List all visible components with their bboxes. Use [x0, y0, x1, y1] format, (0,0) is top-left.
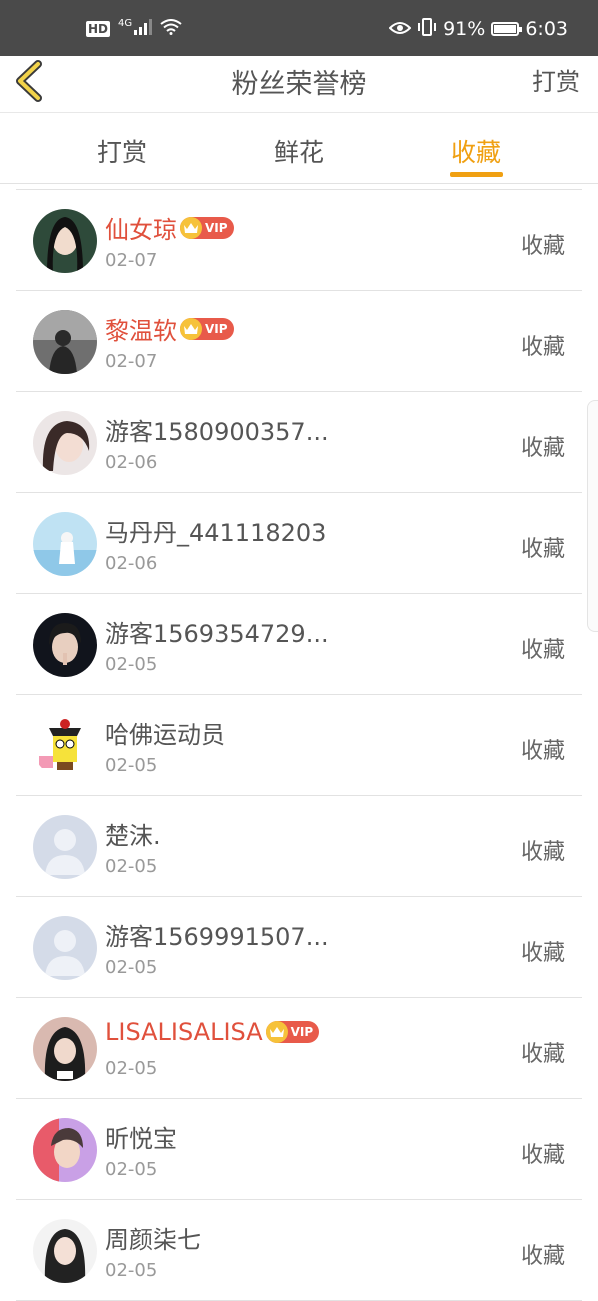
user-name: 游客1569991507...: [105, 923, 329, 951]
user-name-line: 周颜柒七: [105, 1220, 201, 1255]
user-name: 马丹丹_441118203: [105, 519, 327, 547]
user-name-line: 马丹丹_441118203: [105, 513, 326, 548]
action-label: 收藏: [520, 1244, 565, 1269]
list-item[interactable]: 哈佛运动员 02-05 收藏: [16, 695, 582, 796]
tab-bar: 打赏 鲜花 收藏: [0, 113, 598, 184]
list-item[interactable]: 黎温软 VIP 02-07 收藏: [16, 291, 582, 392]
user-name: 仙女琼: [105, 216, 177, 244]
avatar[interactable]: [33, 613, 97, 677]
vibrate-icon: [417, 17, 437, 42]
user-name: LISALISALISA: [105, 1018, 263, 1046]
clock: 6:03: [525, 18, 568, 40]
side-drawer-handle[interactable]: [587, 400, 598, 632]
avatar[interactable]: [33, 1219, 97, 1283]
tip-button[interactable]: 打赏: [532, 62, 580, 97]
user-name-line: 游客1569354729...: [105, 614, 329, 649]
user-name: 游客1580900357...: [105, 418, 329, 446]
action-label: 收藏: [520, 941, 565, 966]
tab-flowers[interactable]: 鲜花: [239, 133, 359, 169]
date-label: 02-06: [105, 452, 158, 473]
status-left-icons: HD 4G: [86, 18, 182, 40]
date-label: 02-05: [105, 654, 158, 675]
user-name: 周颜柒七: [105, 1226, 201, 1254]
date-label: 02-05: [105, 856, 158, 877]
vip-label: VIP: [205, 220, 228, 235]
user-name: 黎温软: [105, 317, 177, 345]
tab-tip[interactable]: 打赏: [62, 133, 182, 169]
date-label: 02-06: [105, 553, 158, 574]
tab-favorites[interactable]: 收藏: [416, 133, 536, 169]
action-label: 收藏: [520, 739, 565, 764]
battery-percent: 91%: [443, 18, 486, 40]
active-tab-indicator: [450, 172, 503, 177]
list-item[interactable]: LISALISALISA VIP 02-05 收藏: [16, 998, 582, 1099]
avatar[interactable]: [33, 411, 97, 475]
crown-icon: [265, 1021, 288, 1043]
list-item[interactable]: 游客1580900357... 02-06 收藏: [16, 392, 582, 493]
avatar[interactable]: [33, 209, 97, 273]
avatar[interactable]: [33, 815, 97, 879]
avatar[interactable]: [33, 512, 97, 576]
signal-icon: [134, 19, 153, 39]
user-name: 昕悦宝: [105, 1125, 177, 1153]
status-bar: HD 4G 91% 6:03: [0, 0, 598, 56]
list-item[interactable]: 游客1569991507... 02-05 收藏: [16, 897, 582, 998]
page-title: 粉丝荣誉榜: [231, 69, 367, 100]
crown-icon: [180, 317, 202, 340]
action-label: 收藏: [520, 234, 565, 259]
action-label: 收藏: [520, 638, 565, 663]
date-label: 02-07: [105, 351, 158, 372]
action-label: 收藏: [520, 436, 565, 461]
vip-badge: VIP: [180, 216, 234, 239]
network-type: 4G: [118, 17, 133, 29]
wifi-icon: [160, 19, 182, 39]
date-label: 02-05: [105, 755, 158, 776]
avatar[interactable]: [33, 310, 97, 374]
user-name: 哈佛运动员: [105, 721, 225, 749]
list-item[interactable]: 周颜柒七 02-05 收藏: [16, 1200, 582, 1301]
status-right-icons: 91% 6:03: [388, 16, 568, 42]
user-name-line: 昕悦宝: [105, 1119, 177, 1154]
avatar[interactable]: [33, 714, 97, 778]
eye-comfort-icon: [388, 18, 412, 40]
hd-indicator: HD: [86, 21, 111, 37]
action-label: 收藏: [520, 335, 565, 360]
vip-badge: VIP: [180, 317, 234, 340]
user-name-line: 仙女琼 VIP: [105, 210, 234, 245]
avatar[interactable]: [33, 916, 97, 980]
action-label: 收藏: [520, 1042, 565, 1067]
list-item[interactable]: 仙女琼 VIP 02-07 收藏: [16, 190, 582, 291]
battery-icon: [491, 22, 523, 36]
action-label: 收藏: [520, 537, 565, 562]
date-label: 02-05: [105, 1058, 158, 1079]
user-name-line: LISALISALISA VIP: [105, 1018, 320, 1046]
user-name-line: 黎温软 VIP: [105, 311, 234, 346]
action-label: 收藏: [520, 1143, 565, 1168]
avatar[interactable]: [33, 1017, 97, 1081]
date-label: 02-05: [105, 1159, 158, 1180]
user-name-line: 哈佛运动员: [105, 715, 225, 750]
battery-level-fill: [494, 25, 517, 33]
list-item[interactable]: 马丹丹_441118203 02-06 收藏: [16, 493, 582, 594]
list-item[interactable]: 游客1569354729... 02-05 收藏: [16, 594, 582, 695]
date-label: 02-05: [105, 1260, 158, 1281]
avatar[interactable]: [33, 1118, 97, 1182]
list-item[interactable]: 楚沫. 02-05 收藏: [16, 796, 582, 897]
crown-icon: [180, 216, 202, 239]
user-name-line: 楚沫.: [105, 816, 161, 851]
vip-label: VIP: [205, 321, 228, 336]
fan-list: 仙女琼 VIP 02-07 收藏 黎温软 VIP 02-07 收藏 游客1580900357..…: [16, 189, 582, 1301]
user-name-line: 游客1580900357...: [105, 412, 329, 447]
vip-badge: VIP: [265, 1021, 320, 1043]
action-label: 收藏: [520, 840, 565, 865]
user-name-line: 游客1569991507...: [105, 917, 329, 952]
date-label: 02-07: [105, 250, 158, 271]
list-item[interactable]: 昕悦宝 02-05 收藏: [16, 1099, 582, 1200]
app-header: 粉丝荣誉榜 打赏: [0, 56, 598, 113]
vip-label: VIP: [290, 1025, 314, 1039]
date-label: 02-05: [105, 957, 158, 978]
user-name: 游客1569354729...: [105, 620, 329, 648]
user-name: 楚沫.: [105, 822, 161, 850]
